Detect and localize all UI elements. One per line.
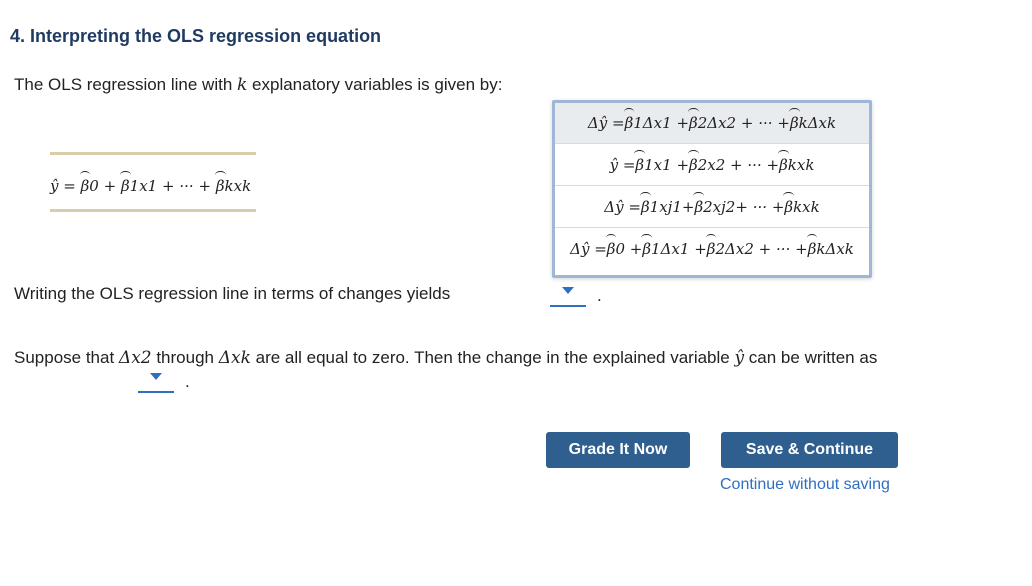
k-variable: k bbox=[237, 75, 248, 95]
dropdown-option-2[interactable]: ŷ = β 1x1 + β 2x2 + ··· + β kxk bbox=[555, 145, 869, 186]
intro-text: The OLS regression line with k explanato… bbox=[14, 75, 502, 95]
dropdown-option-1[interactable]: Δŷ = β 1Δx1 + β 2Δx2 + ··· + β kΔxk bbox=[555, 103, 869, 144]
grade-it-now-button[interactable]: Grade It Now bbox=[546, 432, 690, 468]
continue-without-saving-link[interactable]: Continue without saving bbox=[720, 476, 890, 494]
q2-part1: Suppose that bbox=[14, 348, 119, 367]
save-continue-button[interactable]: Save & Continue bbox=[721, 432, 898, 468]
question-1-text: Writing the OLS regression line in terms… bbox=[14, 284, 451, 303]
q2-part2: through bbox=[151, 348, 219, 367]
q2-part4: can be written as bbox=[744, 348, 878, 367]
intro-after: explanatory variables is given by: bbox=[247, 75, 503, 94]
question-1-period: . bbox=[597, 286, 602, 305]
dropdown-option-4[interactable]: Δŷ = β0 + β 1Δx1 + β 2Δx2 + ··· + β kΔxk bbox=[555, 229, 869, 269]
q2-delta-xk: Δxk bbox=[218, 348, 251, 368]
intro-before: The OLS regression line with bbox=[14, 75, 237, 94]
chevron-down-icon[interactable] bbox=[150, 373, 162, 380]
q2-delta-x2: Δx2 bbox=[118, 348, 152, 368]
q2-part3: are all equal to zero. Then the change i… bbox=[250, 348, 735, 367]
q2-yhat: ŷ bbox=[734, 348, 745, 368]
dropdown-option-3[interactable]: Δŷ = β 1xj1+ β 2xj2+ ··· + β kxk bbox=[555, 187, 869, 228]
answer-dropdown-menu[interactable]: Δŷ = β 1Δx1 + β 2Δx2 + ··· + β kΔxk ŷ = β 1x… bbox=[552, 100, 872, 278]
regression-equation: ŷ = β0 + β 1x1 + ··· + β kxk bbox=[50, 171, 251, 195]
question-title: 4. Interpreting the OLS regression equat… bbox=[10, 26, 382, 46]
question-2-text: Suppose that Δx2 through Δxk are all equ… bbox=[14, 346, 934, 370]
question-2-period: . bbox=[185, 372, 190, 391]
regression-equation-box: ŷ = β0 + β 1x1 + ··· + β kxk bbox=[50, 152, 256, 212]
chevron-down-icon[interactable] bbox=[562, 287, 574, 294]
